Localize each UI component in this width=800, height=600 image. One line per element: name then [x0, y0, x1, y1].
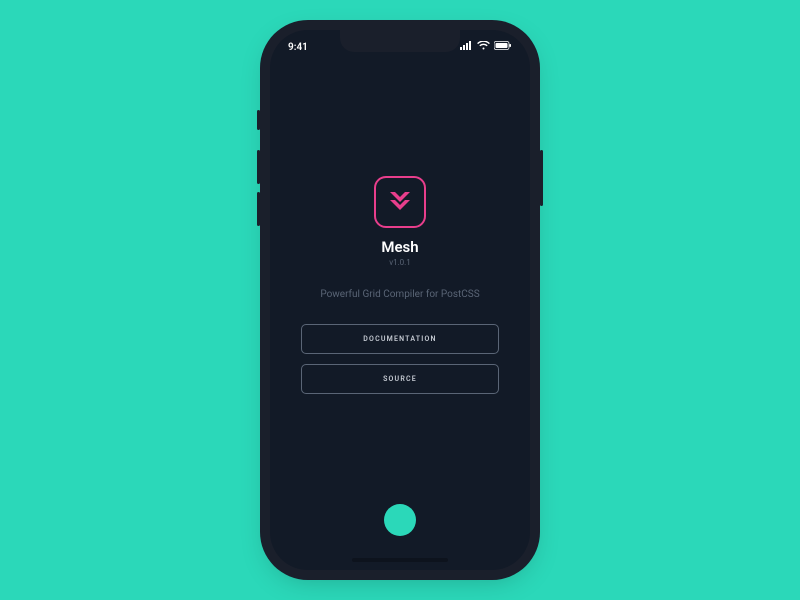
- status-time: 9:41: [288, 42, 308, 53]
- screen: 9:41: [270, 30, 530, 570]
- source-button[interactable]: SOURCE: [301, 364, 499, 394]
- wifi-icon: [477, 41, 490, 53]
- phone-frame: 9:41: [270, 30, 530, 570]
- app-version: v1.0.1: [389, 258, 411, 267]
- action-buttons: DOCUMENTATION SOURCE: [301, 324, 499, 394]
- volume-down-button[interactable]: [257, 192, 260, 226]
- app-title: Mesh: [381, 238, 418, 256]
- documentation-button[interactable]: DOCUMENTATION: [301, 324, 499, 354]
- power-button[interactable]: [540, 150, 543, 206]
- mute-switch[interactable]: [257, 110, 260, 130]
- battery-icon: [494, 41, 512, 53]
- signal-icon: [460, 41, 473, 53]
- home-indicator[interactable]: [352, 558, 448, 562]
- main-content: Mesh v1.0.1 Powerful Grid Compiler for P…: [270, 58, 530, 570]
- fab-button[interactable]: [384, 504, 416, 536]
- app-tagline: Powerful Grid Compiler for PostCSS: [320, 289, 479, 300]
- volume-up-button[interactable]: [257, 150, 260, 184]
- app-logo-icon: [374, 176, 426, 228]
- notch: [340, 30, 460, 52]
